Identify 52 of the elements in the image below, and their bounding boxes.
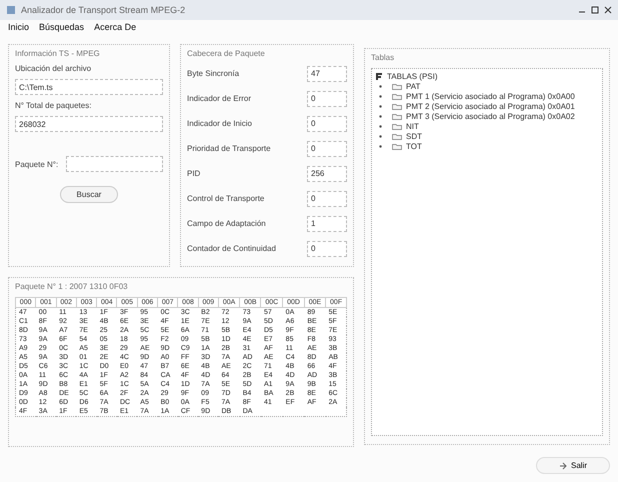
bullet-icon <box>379 105 382 108</box>
packet-field[interactable] <box>66 156 163 172</box>
field-label: Byte Sincronía <box>187 69 240 78</box>
tree-item[interactable]: PAT <box>406 82 420 91</box>
file-field[interactable]: C:\Tem.ts <box>15 79 163 95</box>
field-label: Prioridad de Transporte <box>187 144 271 153</box>
value-field[interactable]: 47 <box>307 66 347 82</box>
menu-item[interactable]: Inicio <box>8 22 30 32</box>
field-label: Paquete N°: <box>15 160 58 168</box>
tree-item[interactable]: PMT 3 (Servicio asociado al Programa) 0x0A02 <box>406 112 575 121</box>
group-title: Cabecera de Paquete <box>187 49 266 58</box>
field-label: Campo de Adaptación <box>187 219 266 228</box>
app-icon <box>6 5 16 15</box>
tree-root-icon <box>375 72 383 81</box>
field-label: Indicador de Inicio <box>187 119 252 128</box>
tree-item[interactable]: TOT <box>406 142 422 151</box>
search-button[interactable]: Buscar <box>60 186 118 203</box>
value-field[interactable]: 1 <box>307 216 347 232</box>
total-field[interactable]: 268032 <box>15 116 163 132</box>
bullet-icon <box>379 135 382 138</box>
bullet-icon <box>379 85 382 88</box>
exit-button[interactable]: Salir <box>536 457 610 474</box>
bullet-icon <box>379 115 382 118</box>
close-icon[interactable] <box>604 6 612 14</box>
value-field[interactable]: 0 <box>307 240 347 256</box>
group-title: Información TS - MPEG <box>15 49 101 58</box>
field-label: Control de Transporte <box>187 194 264 203</box>
value-field[interactable]: 0 <box>307 190 347 206</box>
bullet-icon <box>379 145 382 148</box>
field-label: N° Total de paquetes: <box>15 101 92 110</box>
maximize-icon[interactable] <box>591 6 599 14</box>
value-field[interactable]: 256 <box>307 166 347 182</box>
value-field[interactable]: 0 <box>307 116 347 132</box>
value-field[interactable]: 0 <box>307 90 347 106</box>
tree-item[interactable]: TABLAS (PSI) <box>387 72 438 81</box>
field-label: PID <box>187 169 200 178</box>
tree-item[interactable]: PMT 2 (Servicio asociado al Programa) 0x0A01 <box>406 102 575 111</box>
tree-item[interactable]: NIT <box>406 122 419 131</box>
group-title: Tablas <box>371 53 396 62</box>
value-field[interactable]: 0 <box>307 140 347 156</box>
arrow-icon <box>558 462 567 470</box>
tree-item[interactable]: PMT 1 (Servicio asociado al Programa) 0x0A00 <box>406 92 575 101</box>
tree-item[interactable]: SDT <box>406 132 422 141</box>
bullet-icon <box>379 125 382 128</box>
field-label: Ubicación del archivo <box>15 64 92 73</box>
field-label: Contador de Continuidad <box>187 244 276 253</box>
group-title: Paquete N° 1 : 2007 1310 0F03 <box>15 282 129 291</box>
bullet-icon <box>379 95 382 98</box>
menu-item[interactable]: Búsquedas <box>39 22 84 32</box>
window-title: Analizador de Transport Stream MPEG-2 <box>21 5 186 15</box>
field-label: Indicador de Error <box>187 94 252 103</box>
menu-item[interactable]: Acerca De <box>94 22 136 32</box>
